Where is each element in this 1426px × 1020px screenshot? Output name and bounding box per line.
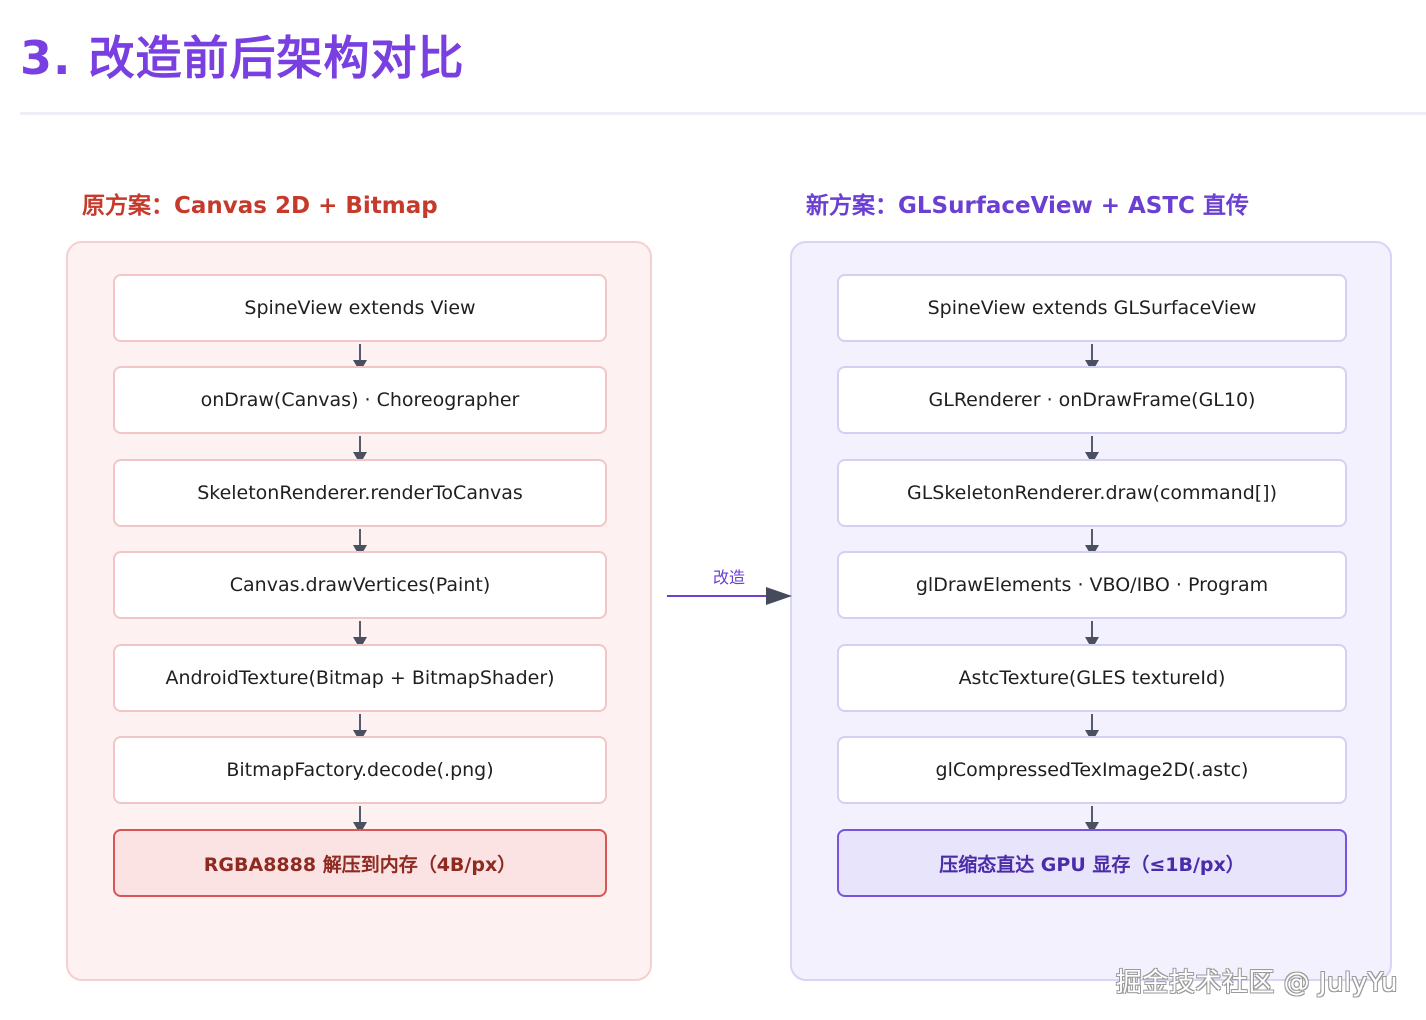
title-divider [20,112,1426,115]
left-arrow-5 [353,714,367,742]
left-arrow-3 [353,529,367,557]
right-node-5: AstcTexture(GLES textureId) [837,644,1347,712]
right-arrow-6 [1085,806,1099,834]
page-title: 3. 改造前后架构对比 [20,31,465,85]
right-panel: SpineView extends GLSurfaceView GLRender… [790,241,1392,981]
left-node-1: SpineView extends View [113,274,607,342]
right-arrow-2 [1085,436,1099,464]
right-arrow-1 [1085,344,1099,372]
left-node-2: onDraw(Canvas) · Choreographer [113,366,607,434]
right-heading: 新方案：GLSurfaceView + ASTC 直传 [806,193,1249,219]
left-node-final: RGBA8888 解压到内存（4B/px） [113,829,607,897]
right-node-final: 压缩态直达 GPU 显存（≤1B/px） [837,829,1347,897]
left-node-4: Canvas.drawVertices(Paint) [113,551,607,619]
watermark: 掘金技术社区 @ JulyYu [1115,968,1398,998]
right-arrow-3 [1085,529,1099,557]
left-arrow-4 [353,621,367,649]
right-arrow-5 [1085,714,1099,742]
transition-arrow-line [667,595,771,597]
right-arrow-4 [1085,621,1099,649]
left-node-5: AndroidTexture(Bitmap + BitmapShader) [113,644,607,712]
right-node-3: GLSkeletonRenderer.draw(command[]) [837,459,1347,527]
left-node-3: SkeletonRenderer.renderToCanvas [113,459,607,527]
right-node-1: SpineView extends GLSurfaceView [837,274,1347,342]
left-arrow-6 [353,806,367,834]
left-arrow-1 [353,344,367,372]
right-node-6: glCompressedTexImage2D(.astc) [837,736,1347,804]
left-arrow-2 [353,436,367,464]
left-node-6: BitmapFactory.decode(.png) [113,736,607,804]
left-panel: SpineView extends View onDraw(Canvas) · … [66,241,652,981]
left-heading: 原方案：Canvas 2D + Bitmap [82,193,438,219]
transition-arrow-icon [766,587,792,605]
right-node-2: GLRenderer · onDrawFrame(GL10) [837,366,1347,434]
right-node-4: glDrawElements · VBO/IBO · Program [837,551,1347,619]
transition-label: 改造 [712,568,745,587]
